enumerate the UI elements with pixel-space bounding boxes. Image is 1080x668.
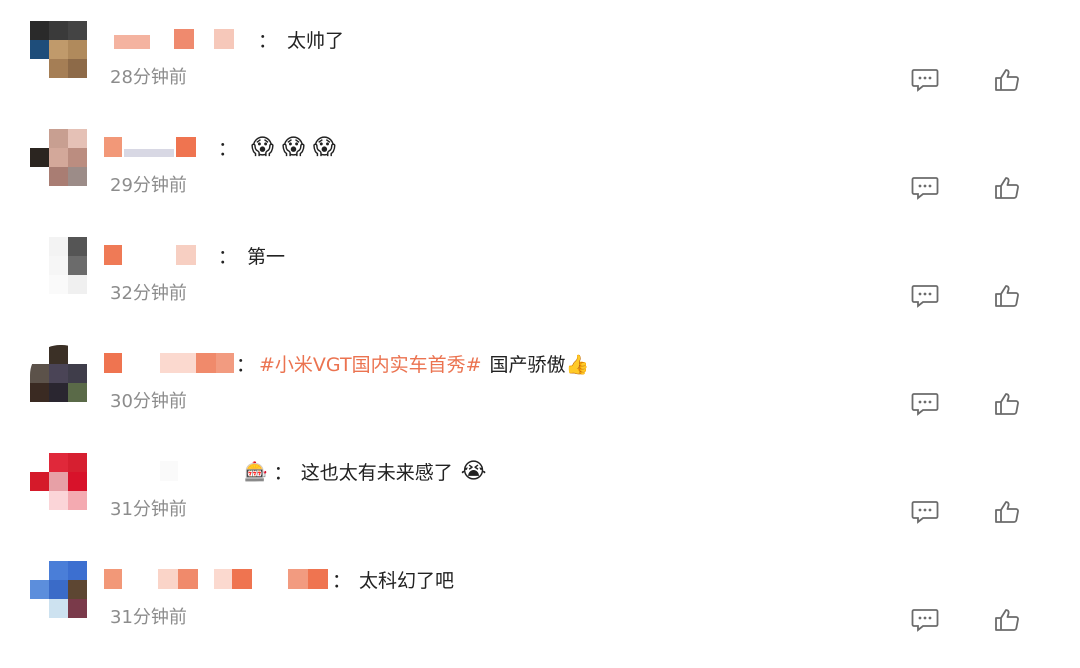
- thumbs-up-icon: [995, 393, 1019, 415]
- comment-item: ： #小米VGT国内实车首秀# 国产骄傲👍 30分钟前: [0, 319, 1080, 427]
- like-button[interactable]: [991, 605, 1023, 635]
- timestamp: 31分钟前: [110, 607, 187, 628]
- like-button[interactable]: [991, 497, 1023, 527]
- comment-icon: [911, 609, 939, 632]
- comment-line: ： #小米VGT国内实车首秀# 国产骄傲👍: [104, 349, 589, 377]
- timestamp: 31分钟前: [110, 499, 187, 520]
- comment-item: ： 第一 32分钟前: [0, 211, 1080, 319]
- crying-emoji: 😭: [460, 458, 487, 484]
- colon: ：: [236, 353, 256, 376]
- like-button[interactable]: [991, 389, 1023, 419]
- comment-line: ： 太科幻了吧: [104, 565, 454, 593]
- comment-item: ： 😱😱😱 29分钟前: [0, 103, 1080, 211]
- comment-item: ： 太科幻了吧 31分钟前: [0, 535, 1080, 643]
- username-blurred[interactable]: [104, 461, 244, 481]
- reply-button[interactable]: [909, 605, 941, 635]
- avatar[interactable]: [30, 237, 92, 299]
- username-blurred[interactable]: [104, 569, 330, 589]
- thumbs-up-icon: [995, 609, 1019, 631]
- username-blurred[interactable]: [104, 29, 254, 49]
- like-button[interactable]: [991, 173, 1023, 203]
- timestamp: 30分钟前: [110, 391, 187, 412]
- comment-text: 国产骄傲👍: [489, 353, 590, 376]
- timestamp: 28分钟前: [110, 67, 187, 88]
- comment-line: ： 太帅了: [104, 25, 344, 53]
- username-blurred[interactable]: [104, 353, 234, 373]
- topic-link[interactable]: #小米VGT国内实车首秀#: [259, 350, 482, 377]
- comment-icon: [911, 285, 939, 308]
- colon: ：: [332, 569, 352, 592]
- comment-line: 🎰 ： 这也太有未来感了 😭: [104, 457, 492, 485]
- colon: ：: [218, 137, 238, 160]
- comment-item: 🎰 ： 这也太有未来感了 😭 31分钟前: [0, 427, 1080, 535]
- colon: ：: [258, 29, 278, 52]
- comment-item: ： 太帅了 28分钟前: [0, 0, 1080, 103]
- avatar[interactable]: [30, 129, 92, 191]
- like-button[interactable]: [991, 281, 1023, 311]
- reply-button[interactable]: [909, 65, 941, 95]
- slot-machine-emoji: 🎰: [244, 460, 268, 483]
- comment-text: 太帅了: [287, 29, 345, 52]
- comment-text: 第一: [247, 245, 286, 268]
- avatar[interactable]: [30, 453, 92, 515]
- avatar[interactable]: [30, 561, 92, 623]
- thumbs-up-icon: [995, 285, 1019, 307]
- timestamp: 29分钟前: [110, 175, 187, 196]
- reply-button[interactable]: [909, 389, 941, 419]
- comment-icon: [911, 177, 939, 200]
- avatar[interactable]: [30, 21, 92, 83]
- reply-button[interactable]: [909, 281, 941, 311]
- comment-text: 这也太有未来感了: [300, 461, 453, 484]
- comment-emojis: 😱😱😱: [251, 134, 344, 160]
- reply-button[interactable]: [909, 173, 941, 203]
- comment-line: ： 第一: [104, 241, 285, 269]
- avatar[interactable]: [30, 345, 92, 407]
- comment-line: ： 😱😱😱: [104, 133, 344, 161]
- comment-icon: [911, 501, 939, 524]
- username-blurred[interactable]: [104, 245, 204, 265]
- comment-icon: [911, 69, 939, 92]
- colon: ：: [218, 245, 238, 268]
- like-button[interactable]: [991, 65, 1023, 95]
- comment-text: 太科幻了吧: [359, 569, 455, 592]
- thumbs-up-icon: [995, 69, 1019, 91]
- reply-button[interactable]: [909, 497, 941, 527]
- thumbs-up-icon: [995, 177, 1019, 199]
- username-blurred[interactable]: [104, 137, 204, 157]
- colon: ：: [273, 461, 293, 484]
- timestamp: 32分钟前: [110, 283, 187, 304]
- thumbs-up-icon: [995, 501, 1019, 523]
- comment-icon: [911, 393, 939, 416]
